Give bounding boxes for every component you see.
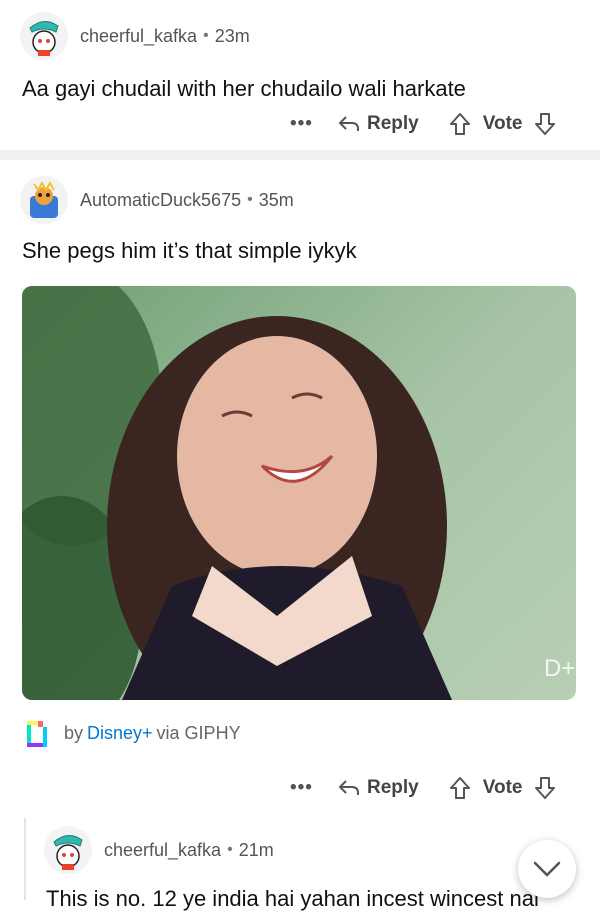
comment-3: cheerful_kafka • 21m This is no. 12 ye i…: [0, 818, 600, 911]
downvote-icon[interactable]: [534, 112, 556, 136]
more-options-button[interactable]: •••: [290, 113, 313, 135]
reply-button[interactable]: Reply: [337, 113, 419, 135]
comment-text: She pegs him it’s that simple iykyk: [22, 238, 357, 263]
gif-via-label: via GIPHY: [156, 722, 241, 743]
vote-label: Vote: [482, 113, 523, 134]
comment-text: Aa gayi chudail with her chudailo wali h…: [22, 76, 466, 101]
reply-icon: [338, 780, 359, 795]
comment-header: cheerful_kafka • 21m: [44, 826, 274, 874]
timestamp: 21m: [238, 839, 274, 860]
chevron-down-icon: [533, 861, 561, 877]
comment-actions: ••• Reply Vote: [290, 776, 556, 800]
comment-divider: [0, 150, 600, 160]
avatar[interactable]: [44, 826, 92, 874]
reply-label: Reply: [366, 777, 419, 798]
giphy-logo-icon: [27, 721, 47, 747]
timestamp: 23m: [214, 25, 250, 46]
meta-separator: •: [247, 191, 253, 208]
gif-scene: D+: [22, 286, 575, 700]
scroll-down-button[interactable]: [518, 840, 576, 898]
downvote-icon[interactable]: [534, 776, 556, 800]
reply-button[interactable]: Reply: [337, 777, 419, 799]
comment-header: cheerful_kafka • 23m: [20, 12, 250, 60]
username[interactable]: cheerful_kafka: [104, 840, 221, 861]
comment-actions: ••• Reply Vote: [290, 112, 556, 136]
snoo-avatar-icon: [29, 21, 59, 56]
gif-attribution: by Disney+ via GIPHY: [24, 718, 241, 748]
timestamp: 35m: [258, 189, 294, 210]
snoo-avatar-icon: [53, 835, 83, 870]
vote-label: Vote: [482, 777, 523, 798]
avatar[interactable]: [20, 12, 68, 60]
more-options-button[interactable]: •••: [290, 777, 313, 799]
comment-header: AutomaticDuck5675 • 35m: [20, 176, 294, 224]
username[interactable]: AutomaticDuck5675: [80, 190, 241, 211]
vote-group: Vote: [449, 112, 557, 136]
gif-by-label: by: [64, 722, 84, 743]
gif-image[interactable]: D+: [22, 286, 576, 700]
disney-watermark: D+: [544, 655, 575, 682]
username[interactable]: cheerful_kafka: [80, 26, 197, 47]
snoo-avatar-icon: [30, 180, 58, 218]
meta-separator: •: [203, 27, 209, 44]
comment-text: This is no. 12 ye india hai yahan incest…: [46, 886, 539, 911]
gif-source-link[interactable]: Disney+: [87, 723, 153, 744]
reply-icon: [338, 116, 359, 131]
upvote-icon[interactable]: [449, 112, 471, 136]
upvote-icon[interactable]: [449, 776, 471, 800]
comment-1: cheerful_kafka • 23m Aa gayi chudail wit…: [0, 0, 600, 150]
reply-label: Reply: [366, 113, 419, 134]
vote-group: Vote: [449, 776, 557, 800]
meta-separator: •: [227, 841, 233, 858]
avatar[interactable]: [20, 176, 68, 224]
